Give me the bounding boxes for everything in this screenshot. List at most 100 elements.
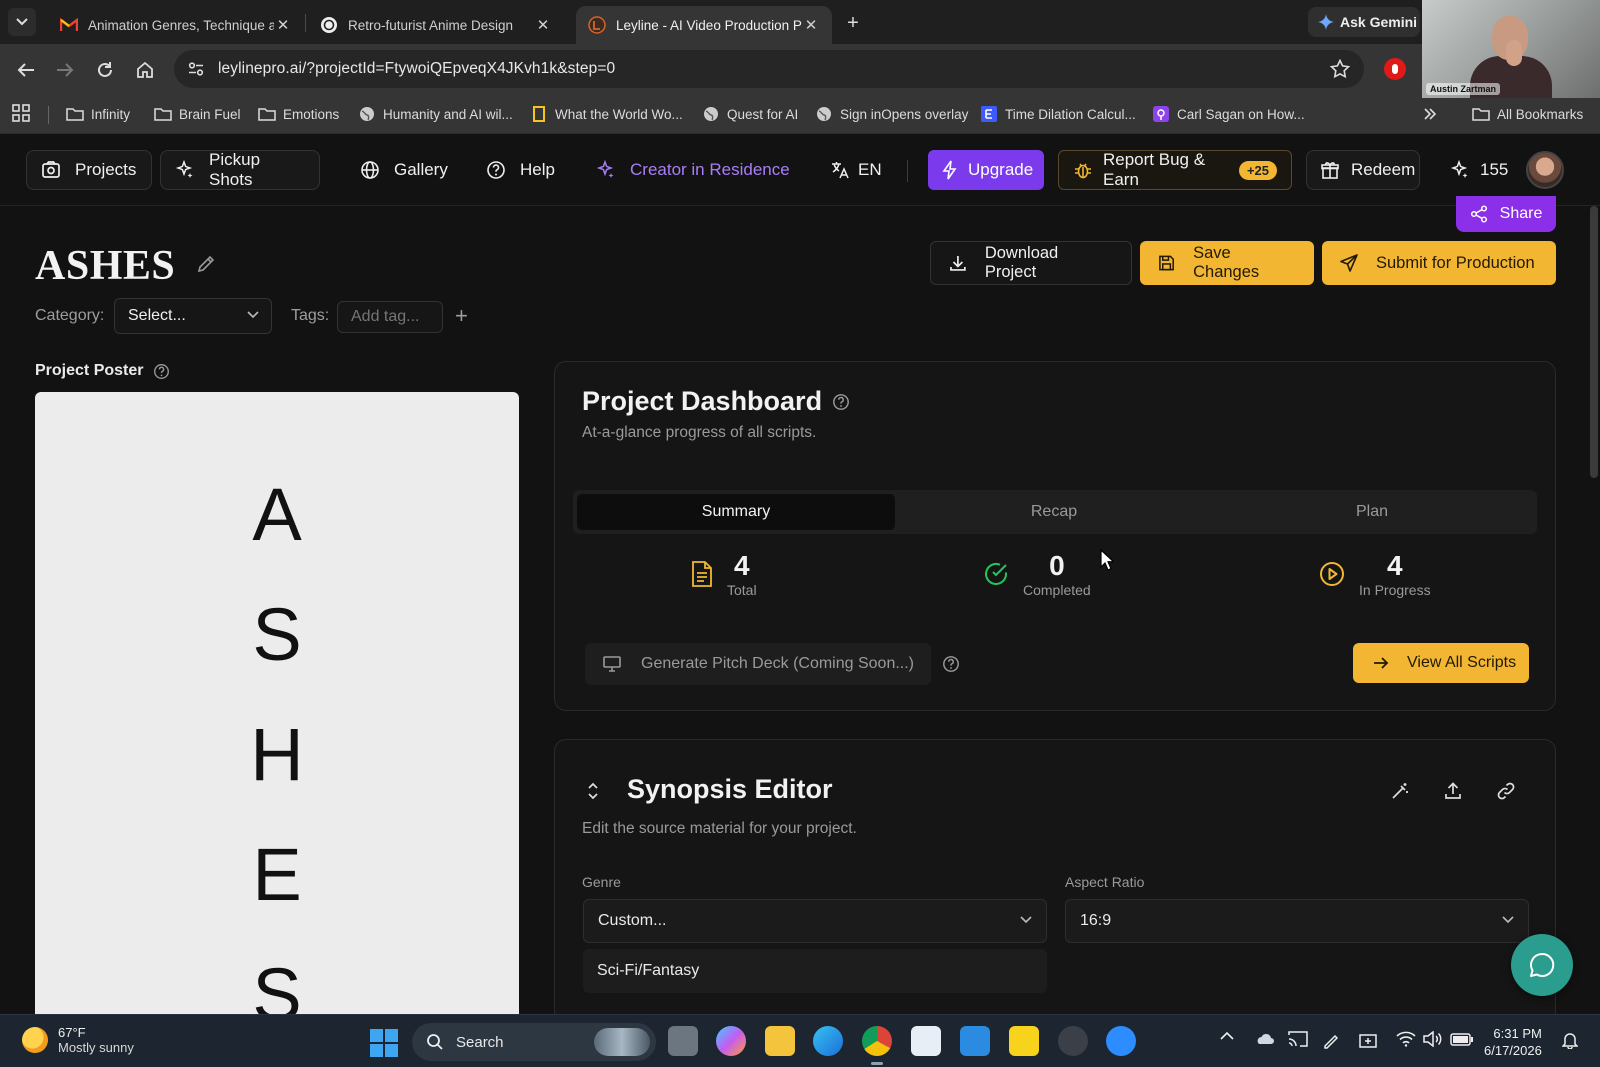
gemini-sparkle-icon (1318, 14, 1334, 30)
tab-summary[interactable]: Summary (577, 494, 895, 530)
close-icon[interactable]: ✕ (274, 16, 292, 34)
new-tab-button[interactable]: + (840, 10, 866, 36)
custom-genre-input[interactable]: Sci-Fi/Fantasy (583, 949, 1047, 993)
creator-in-residence-button[interactable]: Creator in Residence (596, 150, 790, 190)
windows-start-icon[interactable] (370, 1029, 398, 1057)
redeem-button[interactable]: Redeem (1306, 150, 1420, 190)
chevron-up-icon[interactable] (1220, 1031, 1234, 1041)
upgrade-button[interactable]: Upgrade (928, 150, 1044, 190)
tag-input[interactable] (337, 301, 443, 333)
submit-production-button[interactable]: Submit for Production (1322, 241, 1556, 285)
user-avatar[interactable] (1526, 151, 1564, 189)
save-changes-button[interactable]: Save Changes (1140, 241, 1314, 285)
reload-icon (98, 62, 112, 77)
bookmark-brain-fuel[interactable]: Brain Fuel (154, 103, 241, 125)
report-bug-button[interactable]: Report Bug & Earn +25 (1058, 150, 1292, 190)
battery-icon[interactable] (1450, 1031, 1474, 1047)
help-circle-icon (486, 160, 506, 180)
store-icon[interactable] (911, 1026, 941, 1056)
webcam-person-hand (1506, 40, 1522, 66)
ask-gemini-button[interactable]: Ask Gemini (1308, 7, 1420, 37)
help-circle-icon[interactable] (153, 363, 170, 380)
bookmark-carl-sagan[interactable]: Carl Sagan on How... (1152, 103, 1305, 125)
tab-search-button[interactable] (8, 8, 36, 36)
forward-button[interactable] (51, 56, 79, 84)
pencil-icon[interactable] (196, 254, 216, 274)
chat-support-button[interactable] (1511, 934, 1573, 996)
add-tag-button[interactable]: + (455, 305, 468, 327)
help-button[interactable]: Help (486, 150, 555, 190)
help-circle-icon[interactable] (832, 393, 850, 411)
browser-tab-chatgpt[interactable]: Retro-futurist Anime Design ✕ (308, 6, 564, 44)
translate-icon (830, 160, 850, 180)
system-clock[interactable]: 6:31 PM 6/17/2026 (1484, 1025, 1542, 1059)
sticky-notes-icon[interactable] (1009, 1026, 1039, 1056)
bug-icon (1073, 160, 1093, 180)
language-button[interactable]: EN (830, 150, 882, 190)
bookmark-what-the-world[interactable]: What the World Wo... (530, 103, 683, 125)
task-view-icon[interactable] (668, 1026, 698, 1056)
reload-button[interactable] (91, 56, 119, 84)
back-button[interactable] (12, 56, 40, 84)
pickup-shots-button[interactable]: Pickup Shots (160, 150, 320, 190)
bookmark-time-dilation[interactable]: Time Dilation Calcul... (980, 103, 1136, 125)
link-icon[interactable] (1497, 782, 1515, 800)
bookmark-sign-in[interactable]: Sign inOpens overlay (815, 103, 968, 125)
close-icon[interactable]: ✕ (802, 16, 820, 34)
bookmarks-overflow-button[interactable] (1421, 103, 1446, 125)
notification-bell-icon[interactable] (1562, 1031, 1578, 1049)
collapse-toggle-icon[interactable] (587, 782, 599, 800)
mouse-cursor-icon (1100, 549, 1114, 571)
edge-icon[interactable] (813, 1026, 843, 1056)
credits-display[interactable]: 155 (1450, 150, 1508, 190)
pen-icon[interactable] (1322, 1031, 1342, 1049)
bookmark-label: Time Dilation Calcul... (1005, 106, 1136, 122)
home-button[interactable] (131, 56, 159, 84)
reward-badge: +25 (1238, 160, 1277, 180)
gallery-button[interactable]: Gallery (360, 150, 448, 190)
tab-recap[interactable]: Recap (895, 494, 1213, 530)
active-app-indicator (871, 1062, 883, 1065)
weather-widget[interactable]: 67°F Mostly sunny (22, 1025, 134, 1055)
taskbar-search[interactable]: Search (412, 1023, 656, 1061)
upload-icon[interactable] (1444, 782, 1462, 800)
view-all-scripts-button[interactable]: View All Scripts (1353, 643, 1529, 683)
help-circle-icon[interactable] (942, 655, 960, 673)
zoom-icon[interactable] (1106, 1026, 1136, 1056)
snipping-tool-icon[interactable] (960, 1026, 990, 1056)
tab-plan[interactable]: Plan (1213, 494, 1531, 530)
project-poster[interactable]: A S H E S (35, 392, 519, 1016)
projects-button[interactable]: Projects (26, 150, 152, 190)
media-player-icon[interactable] (1058, 1026, 1088, 1056)
bookmark-emotions[interactable]: Emotions (258, 103, 339, 125)
wifi-icon[interactable] (1396, 1031, 1416, 1047)
share-button[interactable]: Share (1456, 196, 1556, 232)
copilot-icon[interactable] (716, 1026, 746, 1056)
apps-grid-icon[interactable] (12, 104, 30, 122)
bookmark-quest-for-ai[interactable]: Quest for AI (702, 103, 798, 125)
browser-tab-leyline[interactable]: Leyline - AI Video Production P ✕ (576, 6, 832, 44)
star-icon[interactable] (1330, 59, 1350, 79)
onedrive-icon[interactable] (1254, 1031, 1274, 1045)
page-scrollbar[interactable] (1590, 206, 1598, 478)
browser-tab-gmail[interactable]: Animation Genres, Technique an ✕ (48, 6, 304, 44)
generate-pitch-deck-button[interactable]: Generate Pitch Deck (Coming Soon...) (585, 643, 931, 685)
bookmark-humanity-ai[interactable]: Humanity and AI wil... (358, 103, 513, 125)
address-bar[interactable]: leylinepro.ai/?projectId=FtywoiQEpveqX4J… (174, 50, 1364, 88)
download-project-button[interactable]: Download Project (930, 241, 1132, 285)
file-explorer-icon[interactable] (765, 1026, 795, 1056)
aspect-ratio-select[interactable]: 16:9 (1065, 899, 1529, 943)
close-icon[interactable]: ✕ (534, 16, 552, 34)
magic-wand-icon[interactable] (1391, 782, 1409, 800)
battery-saver-icon[interactable] (1358, 1031, 1378, 1049)
all-bookmarks-button[interactable]: All Bookmarks (1472, 103, 1583, 125)
volume-icon[interactable] (1422, 1031, 1442, 1047)
genre-select[interactable]: Custom... (583, 899, 1047, 943)
bookmark-infinity[interactable]: Infinity (66, 103, 130, 125)
cast-icon[interactable] (1288, 1031, 1308, 1047)
category-select[interactable]: Select... (114, 298, 272, 334)
globe-icon (702, 105, 720, 123)
chrome-icon[interactable] (862, 1026, 892, 1056)
extension-icon[interactable] (1384, 58, 1406, 80)
dashboard-tabs: Summary Recap Plan (573, 490, 1537, 534)
